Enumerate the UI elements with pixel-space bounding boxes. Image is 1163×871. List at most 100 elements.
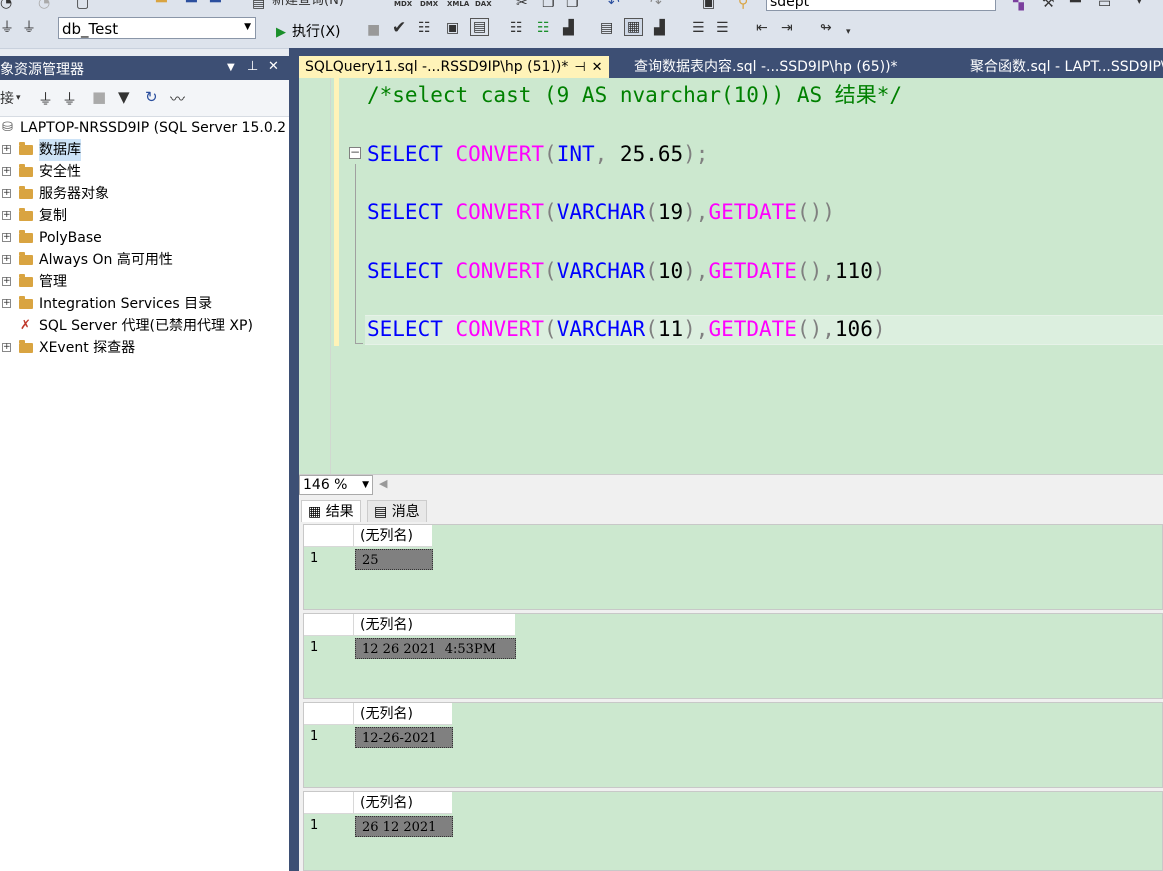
tree-node[interactable]: + 复制	[0, 205, 289, 227]
results-to-file2-icon[interactable]: ▟	[654, 20, 665, 36]
result-grid-1[interactable]: (无列名) 1 25	[303, 524, 1163, 610]
scroll-left-icon[interactable]: ◀	[379, 477, 387, 490]
decrease-indent-icon[interactable]: ⇤	[756, 20, 768, 36]
comment-lines-icon[interactable]: ☰	[692, 20, 705, 36]
window-icon[interactable]: ▭	[1098, 0, 1111, 11]
live-stats-icon[interactable]: ☷	[537, 20, 550, 36]
zoom-selector[interactable]: 146 % ▼	[299, 475, 373, 495]
expand-icon[interactable]: +	[2, 145, 11, 154]
solution-explorer-icon[interactable]: ▚	[1013, 0, 1024, 11]
activity-icon[interactable]: 〰	[170, 88, 185, 109]
activity-monitor-icon[interactable]: ▣	[702, 0, 715, 11]
change-connection-icon[interactable]: ⏚	[22, 20, 36, 36]
increase-indent-icon[interactable]: ⇥	[781, 20, 793, 36]
expand-icon[interactable]: +	[2, 277, 11, 286]
stop-icon[interactable]: ■	[367, 22, 380, 38]
tree-node[interactable]: + Integration Services 目录	[0, 293, 289, 315]
close-icon[interactable]: ✕	[268, 59, 279, 74]
client-stats-icon[interactable]: ▟	[563, 20, 574, 36]
query-designer-icon[interactable]: ▣	[446, 20, 459, 36]
tree-node[interactable]: + 安全性	[0, 161, 289, 183]
expand-icon[interactable]: +	[2, 167, 11, 176]
open-file-icon[interactable]: ▀	[156, 0, 167, 11]
mdx-query-button[interactable]: MDX	[394, 0, 412, 12]
panel-splitter[interactable]	[289, 48, 299, 871]
tab-aggregate-functions[interactable]: 聚合函数.sql - LAPT...SSD9IP\	[970, 56, 1163, 78]
row-number[interactable]: 1	[304, 636, 354, 659]
expand-icon[interactable]: +	[2, 255, 11, 264]
column-header[interactable]: (无列名)	[354, 792, 452, 814]
result-cell[interactable]: 26 12 2021	[355, 816, 453, 837]
pin-icon[interactable]: ⊣	[574, 60, 585, 75]
actual-plan-icon[interactable]: ☷	[510, 20, 523, 36]
properties-icon[interactable]: ▀	[1070, 0, 1081, 11]
save-icon[interactable]: ▀	[186, 0, 197, 11]
connect-plug-icon[interactable]: ⏚	[38, 88, 53, 109]
tree-node[interactable]: + 服务器对象	[0, 183, 289, 205]
stop-icon[interactable]: ■	[92, 88, 106, 106]
result-grid-3[interactable]: (无列名) 1 12-26-2021	[303, 702, 1163, 788]
close-icon[interactable]: ✕	[592, 60, 603, 75]
results-to-file-icon[interactable]: ▤	[470, 18, 490, 36]
collapse-icon[interactable]: −	[349, 146, 361, 159]
row-number[interactable]: 1	[304, 547, 354, 570]
overflow-icon[interactable]: ▾	[1137, 0, 1142, 10]
tree-node[interactable]: + 管理	[0, 271, 289, 293]
results-to-grid-icon[interactable]: ▦	[624, 18, 644, 36]
database-selector[interactable]: db_Test ▼	[58, 17, 256, 39]
column-header[interactable]: (无列名)	[354, 614, 515, 636]
disconnect-icon[interactable]: ⏚	[62, 88, 77, 109]
result-grid-4[interactable]: (无列名) 1 26 12 2021	[303, 791, 1163, 871]
row-number[interactable]: 1	[304, 725, 354, 748]
dmx-query-button[interactable]: DMX	[420, 0, 438, 12]
paste-icon[interactable]: ❐	[566, 0, 579, 11]
result-cell[interactable]: 25	[355, 549, 433, 570]
column-header[interactable]: (无列名)	[354, 703, 452, 725]
tree-node[interactable]: + 数据库	[0, 139, 289, 161]
tools-icon[interactable]: ⚒	[1042, 0, 1055, 11]
connect-button[interactable]: 接	[0, 88, 14, 108]
server-node[interactable]: ⛁ LAPTOP-NRSSD9IP (SQL Server 15.0.2	[0, 117, 289, 139]
pin-icon[interactable]: ⊥	[247, 59, 258, 74]
refresh-icon[interactable]: ↻	[145, 88, 158, 106]
specify-values-icon[interactable]: ↬	[820, 20, 832, 36]
new-project-icon[interactable]: ▢	[76, 0, 89, 11]
chevron-down-icon[interactable]: ▾	[16, 93, 21, 103]
row-number[interactable]: 1	[304, 814, 354, 837]
search-input[interactable]: sdept	[766, 0, 996, 11]
expand-icon[interactable]: +	[2, 211, 11, 220]
save-all-icon[interactable]: ▀	[210, 0, 221, 11]
result-grid-2[interactable]: (无列名) 1 12 26 2021 4:53PM	[303, 613, 1163, 699]
filter-icon[interactable]: ▼	[118, 88, 130, 106]
expand-icon[interactable]: +	[2, 189, 11, 198]
xmla-query-button[interactable]: XMLA	[447, 0, 469, 12]
dropdown-icon[interactable]: ▼	[227, 62, 235, 73]
tree-node[interactable]: + Always On 高可用性	[0, 249, 289, 271]
expand-icon[interactable]: +	[2, 343, 11, 352]
new-query-icon[interactable]: ▤	[252, 0, 265, 11]
sql-editor[interactable]: − /*select cast (9 AS nvarchar(10)) AS 结…	[299, 78, 1163, 474]
cut-icon[interactable]: ✂	[516, 0, 528, 11]
undo-icon[interactable]: ↶	[608, 0, 620, 11]
expand-icon[interactable]: +	[2, 299, 11, 308]
column-header[interactable]: (无列名)	[354, 525, 432, 547]
tab-sqlquery11[interactable]: SQLQuery11.sql -...RSSD9IP\hp (51))* ⊣ ✕	[299, 56, 609, 78]
tab-query-table-content[interactable]: 查询数据表内容.sql -...SSD9IP\hp (65))*	[634, 56, 898, 78]
tab-messages[interactable]: ▤ 消息	[367, 500, 427, 523]
connect-icon[interactable]: ⏚	[0, 20, 14, 36]
result-cell[interactable]: 12-26-2021	[355, 727, 453, 748]
back-icon[interactable]: ◔	[0, 0, 12, 11]
execute-button[interactable]: ▶ 执行(X)	[276, 21, 341, 41]
tree-node[interactable]: + XEvent 探查器	[0, 337, 289, 359]
parse-check-icon[interactable]: ✔	[392, 20, 406, 37]
dax-query-button[interactable]: DAX	[475, 0, 492, 12]
result-cell[interactable]: 12 26 2021 4:53PM	[355, 638, 516, 659]
redo-icon[interactable]: ↷	[650, 0, 662, 11]
copy-icon[interactable]: ❐	[542, 0, 555, 11]
results-to-text-icon[interactable]: ▤	[600, 20, 613, 36]
tree-node[interactable]: + PolyBase	[0, 227, 289, 249]
overflow-icon[interactable]: ▾	[846, 24, 851, 40]
estimated-plan-icon[interactable]: ☷	[418, 20, 431, 36]
expand-icon[interactable]: +	[2, 233, 11, 242]
find-icon[interactable]: ⚲	[738, 0, 748, 11]
